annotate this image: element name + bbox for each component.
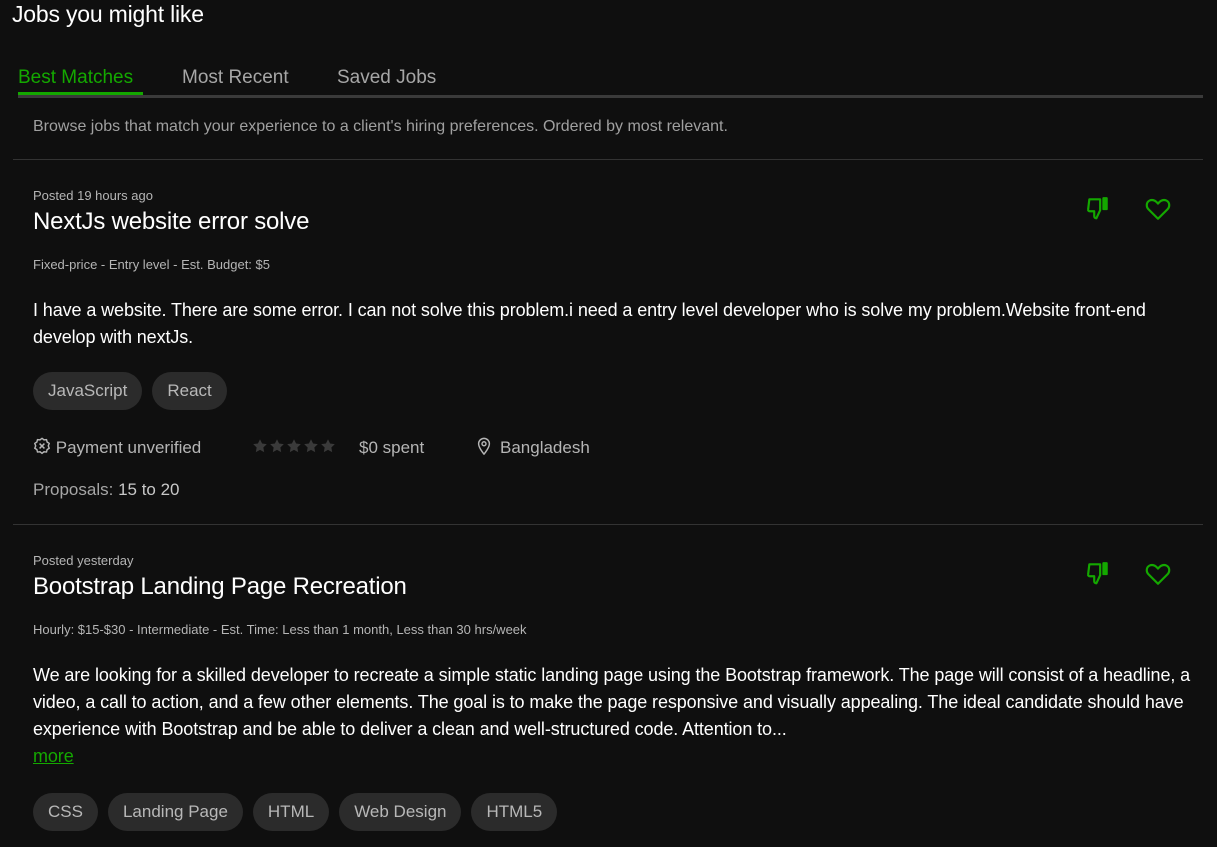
save-job-button[interactable] bbox=[1143, 194, 1173, 224]
save-job-button[interactable] bbox=[1143, 559, 1173, 589]
star-icon bbox=[321, 439, 335, 453]
job-description-text: We are looking for a skilled developer t… bbox=[33, 665, 1191, 739]
job-posted-time: Posted 19 hours ago bbox=[33, 188, 153, 203]
tab-best-matches[interactable]: Best Matches bbox=[18, 65, 133, 91]
more-link[interactable]: more bbox=[33, 746, 74, 766]
client-location-label: Bangladesh bbox=[500, 438, 590, 457]
tab-bar: Best Matches Most Recent Saved Jobs bbox=[18, 65, 1203, 98]
job-title[interactable]: NextJs website error solve bbox=[33, 208, 309, 236]
skill-tag[interactable]: HTML5 bbox=[471, 793, 558, 831]
job-card[interactable]: Posted 19 hours ago NextJs website error… bbox=[0, 160, 1217, 524]
job-terms: Hourly: $15-$30 - Intermediate - Est. Ti… bbox=[33, 622, 527, 637]
payment-status-label: Payment unverified bbox=[55, 438, 202, 457]
star-icon bbox=[304, 439, 318, 453]
thumbs-down-icon bbox=[1087, 562, 1108, 585]
proposals-count: Proposals: 15 to 20 bbox=[33, 480, 180, 500]
client-location: Bangladesh bbox=[476, 436, 590, 460]
payment-unverified-icon bbox=[33, 437, 51, 455]
dislike-button[interactable] bbox=[1083, 558, 1113, 588]
skill-tag[interactable]: CSS bbox=[33, 793, 98, 831]
skill-tag[interactable]: Web Design bbox=[339, 793, 462, 831]
thumbs-down-icon bbox=[1087, 197, 1108, 220]
location-pin-icon bbox=[477, 437, 491, 456]
feed-description: Browse jobs that match your experience t… bbox=[33, 118, 728, 135]
skill-tag[interactable]: JavaScript bbox=[33, 372, 143, 410]
dislike-button[interactable] bbox=[1083, 193, 1113, 223]
star-icon bbox=[287, 439, 301, 453]
client-spent: $0 spent bbox=[359, 438, 425, 457]
job-description: I have a website. There are some error. … bbox=[33, 300, 1146, 347]
client-rating-stars bbox=[252, 438, 336, 454]
job-title[interactable]: Bootstrap Landing Page Recreation bbox=[33, 573, 407, 601]
skill-tags: JavaScript React bbox=[33, 372, 227, 410]
star-icon bbox=[253, 439, 267, 453]
job-posted-time: Posted yesterday bbox=[33, 553, 134, 568]
job-terms: Fixed-price - Entry level - Est. Budget:… bbox=[33, 257, 270, 272]
proposals-label: Proposals: bbox=[33, 480, 114, 499]
tab-saved-jobs[interactable]: Saved Jobs bbox=[337, 65, 436, 91]
page-title: Jobs you might like bbox=[12, 1, 204, 27]
heart-icon bbox=[1145, 198, 1171, 220]
active-tab-indicator bbox=[18, 92, 143, 95]
heart-icon bbox=[1145, 563, 1171, 585]
star-icon bbox=[270, 439, 284, 453]
skill-tag[interactable]: React bbox=[152, 372, 227, 410]
tab-most-recent[interactable]: Most Recent bbox=[182, 65, 289, 91]
proposals-value: 15 to 20 bbox=[118, 480, 180, 499]
skill-tag[interactable]: HTML bbox=[252, 793, 330, 831]
job-description: We are looking for a skilled developer t… bbox=[33, 662, 1193, 770]
client-info: Payment unverified $0 spent Bangladesh bbox=[33, 436, 733, 460]
payment-status: Payment unverified bbox=[33, 436, 201, 460]
job-card[interactable]: Posted yesterday Bootstrap Landing Page … bbox=[0, 525, 1217, 847]
jobs-feed-page: Jobs you might like Best Matches Most Re… bbox=[0, 0, 1217, 847]
skill-tags: CSS Landing Page HTML Web Design HTML5 bbox=[33, 793, 558, 831]
skill-tag[interactable]: Landing Page bbox=[107, 793, 243, 831]
